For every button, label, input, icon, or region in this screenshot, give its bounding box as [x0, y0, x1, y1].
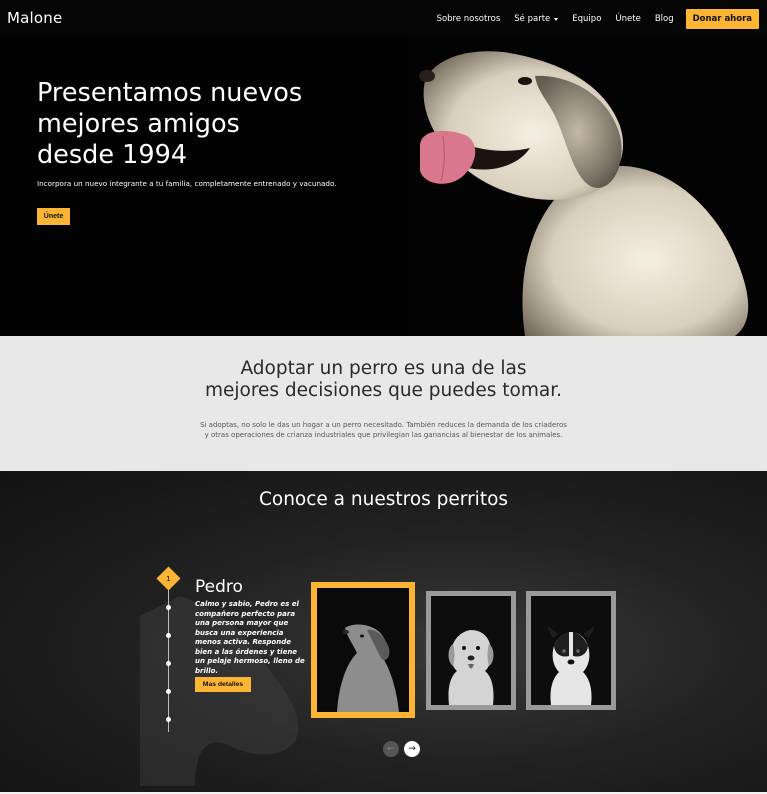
- dog-photo: [531, 596, 611, 705]
- adoption-heading: Adoptar un perro es una de las mejores d…: [204, 358, 563, 401]
- nav-menu: Sobre nosotros Sé parte Equipo Únete Blo…: [423, 9, 759, 29]
- dog-description: Calmo y sabio, Pedro es el compañero per…: [195, 600, 305, 675]
- dog-card-active[interactable]: [311, 582, 415, 718]
- timeline-dot[interactable]: [166, 605, 171, 610]
- donate-button[interactable]: Donar ahora: [685, 9, 759, 29]
- hero-title: Presentamos nuevos mejores amigos desde …: [37, 78, 303, 170]
- timeline-dot[interactable]: [166, 633, 171, 638]
- adoption-description: Si adoptas, no solo le das un hogar a un…: [200, 421, 567, 439]
- nav-item-blog[interactable]: Blog: [655, 14, 674, 24]
- dog-card[interactable]: [526, 591, 616, 710]
- more-details-button[interactable]: Mas detalles: [195, 677, 251, 692]
- carousel-next-button[interactable]: →: [404, 741, 420, 757]
- hero-dog-image: [405, 36, 767, 336]
- dogs-heading: Conoce a nuestros perritos: [258, 489, 509, 510]
- arrow-left-icon: ←: [387, 744, 395, 754]
- nav-item-equipo[interactable]: Equipo: [572, 14, 601, 24]
- nav-item-unete[interactable]: Únete: [615, 14, 640, 24]
- arrow-right-icon: →: [408, 744, 416, 754]
- dog-name: Pedro: [195, 577, 243, 597]
- timeline-dot[interactable]: [166, 689, 171, 694]
- nav-item-se-parte[interactable]: Sé parte: [514, 14, 559, 24]
- brand-logo[interactable]: Malone: [7, 9, 62, 27]
- adoption-info-section: Adoptar un perro es una de las mejores d…: [0, 336, 767, 471]
- hero-section: Presentamos nuevos mejores amigos desde …: [0, 36, 767, 336]
- hero-subtitle: Incorpora un nuevo integrante a tu famil…: [37, 179, 337, 188]
- timeline-line: [168, 577, 169, 732]
- dogs-section: Conoce a nuestros perritos 1 Pedro Calmo…: [0, 471, 767, 794]
- chevron-down-icon: [554, 17, 559, 21]
- nav-item-se-parte-label: Sé parte: [514, 14, 551, 24]
- dog-photo: [317, 588, 409, 712]
- timeline-dot[interactable]: [166, 661, 171, 666]
- dog-card[interactable]: [426, 591, 516, 710]
- top-navbar: Malone Sobre nosotros Sé parte Equipo Ún…: [0, 0, 767, 36]
- dog-photo: [431, 596, 511, 705]
- timeline-active-number: 1: [166, 574, 171, 583]
- join-button[interactable]: Únete: [37, 208, 70, 225]
- nav-item-sobre-nosotros[interactable]: Sobre nosotros: [437, 14, 501, 24]
- carousel-prev-button[interactable]: ←: [383, 741, 399, 757]
- timeline-dot[interactable]: [166, 717, 171, 722]
